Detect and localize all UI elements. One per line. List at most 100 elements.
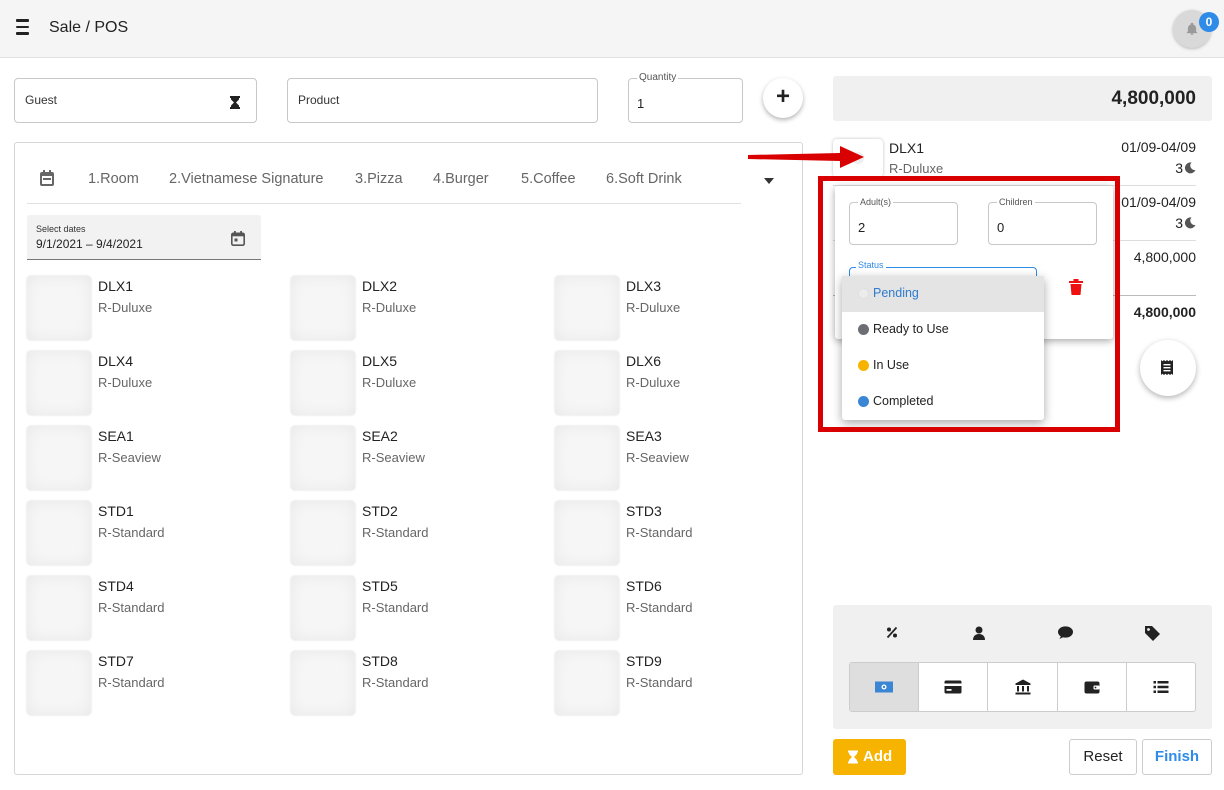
guest-placeholder: Guest xyxy=(25,93,58,107)
room-card-std8[interactable]: STD8 R-Standard xyxy=(291,651,531,717)
room-thumbnail xyxy=(291,426,355,490)
room-type: R-Duluxe xyxy=(98,375,153,390)
room-thumbnail xyxy=(555,276,619,340)
room-name: STD9 xyxy=(626,653,662,669)
calendar-icon[interactable] xyxy=(231,231,245,246)
room-name: SEA2 xyxy=(362,428,398,444)
quantity-input[interactable]: Quantity 1 xyxy=(628,72,743,123)
discount-icon[interactable] xyxy=(886,626,898,639)
room-card-std6[interactable]: STD6 R-Standard xyxy=(555,576,795,642)
room-card-sea2[interactable]: SEA2 R-Seaview xyxy=(291,426,531,492)
guest-input[interactable]: Guest xyxy=(14,78,257,123)
room-type: R-Duluxe xyxy=(362,375,417,390)
room-name: STD2 xyxy=(362,503,398,519)
notification-badge: 0 xyxy=(1199,12,1219,32)
cart-line2-dates: 01/09-04/09 xyxy=(1121,194,1196,210)
add-order-button[interactable]: Add xyxy=(833,739,906,775)
room-name: STD4 xyxy=(98,578,134,594)
room-type: R-Standard xyxy=(98,525,165,540)
room-card-sea1[interactable]: SEA1 R-Seaview xyxy=(27,426,267,492)
room-card-std3[interactable]: STD3 R-Standard xyxy=(555,501,795,567)
room-card-dlx3[interactable]: DLX3 R-Duluxe xyxy=(555,276,795,342)
room-card-std4[interactable]: STD4 R-Standard xyxy=(27,576,267,642)
room-thumbnail xyxy=(291,501,355,565)
pay-bank-button[interactable] xyxy=(988,663,1058,711)
reset-button[interactable]: Reset xyxy=(1069,739,1137,775)
room-thumbnail xyxy=(291,276,355,340)
room-name: DLX1 xyxy=(98,278,134,294)
tabs-more-chevron-icon[interactable] xyxy=(764,178,774,184)
room-type: R-Duluxe xyxy=(626,375,681,390)
room-card-std2[interactable]: STD2 R-Standard xyxy=(291,501,531,567)
room-card-std9[interactable]: STD9 R-Standard xyxy=(555,651,795,717)
room-type: R-Standard xyxy=(362,675,429,690)
calendar-tab-icon[interactable] xyxy=(40,170,54,186)
tab-pizza[interactable]: 3.Pizza xyxy=(355,171,403,187)
room-thumbnail xyxy=(555,651,619,715)
room-name: SEA3 xyxy=(626,428,662,444)
room-type: R-Duluxe xyxy=(98,300,153,315)
annotation-arrow-icon xyxy=(748,146,864,168)
tab-room[interactable]: 1.Room xyxy=(88,171,139,187)
finish-button[interactable]: Finish xyxy=(1142,739,1212,775)
date-range-picker[interactable]: Select dates 9/1/2021 – 9/4/2021 xyxy=(27,215,261,260)
room-name: DLX3 xyxy=(626,278,662,294)
room-card-std7[interactable]: STD7 R-Standard xyxy=(27,651,267,717)
receipt-button[interactable] xyxy=(1140,340,1196,396)
payment-methods xyxy=(849,662,1196,712)
list-icon xyxy=(1153,681,1169,693)
cart-item-nights: 3 xyxy=(1175,160,1196,176)
room-card-dlx1[interactable]: DLX1 R-Duluxe xyxy=(27,276,267,342)
room-card-std1[interactable]: STD1 R-Standard xyxy=(27,501,267,567)
room-name: DLX2 xyxy=(362,278,398,294)
menu-icon[interactable] xyxy=(14,19,34,37)
hourglass-icon xyxy=(848,750,858,764)
bell-icon xyxy=(1186,22,1198,35)
room-card-std5[interactable]: STD5 R-Standard xyxy=(291,576,531,642)
room-name: DLX5 xyxy=(362,353,398,369)
room-type: R-Standard xyxy=(626,600,693,615)
tag-icon[interactable] xyxy=(1145,626,1160,641)
top-bar: Sale / POS 0 xyxy=(0,0,1224,58)
room-card-sea3[interactable]: SEA3 R-Seaview xyxy=(555,426,795,492)
cart-item-name[interactable]: DLX1 xyxy=(889,140,924,156)
wallet-icon xyxy=(1084,681,1100,694)
room-name: STD5 xyxy=(362,578,398,594)
add-item-button[interactable]: + xyxy=(763,78,803,118)
pay-other-button[interactable] xyxy=(1127,663,1195,711)
tab-coffee[interactable]: 5.Coffee xyxy=(521,171,576,187)
order-total-box: 4,800,000 xyxy=(833,76,1212,121)
credit-card-icon xyxy=(944,680,962,694)
room-thumbnail xyxy=(27,501,91,565)
receipt-icon xyxy=(1161,360,1173,375)
room-thumbnail xyxy=(555,426,619,490)
room-card-dlx2[interactable]: DLX2 R-Duluxe xyxy=(291,276,531,342)
room-thumbnail xyxy=(27,426,91,490)
cart-subtotal: 4,800,000 xyxy=(1133,249,1196,265)
room-card-dlx4[interactable]: DLX4 R-Duluxe xyxy=(27,351,267,417)
hourglass-icon[interactable] xyxy=(230,96,240,109)
customer-icon[interactable] xyxy=(973,626,985,640)
room-thumbnail xyxy=(291,576,355,640)
tab-burger[interactable]: 4.Burger xyxy=(433,171,489,187)
annotation-highlight-box xyxy=(818,176,1120,432)
room-type: R-Seaview xyxy=(362,450,425,465)
comment-icon[interactable] xyxy=(1058,626,1073,640)
room-name: SEA1 xyxy=(98,428,134,444)
add-order-label: Add xyxy=(863,748,893,765)
product-placeholder: Product xyxy=(298,93,340,107)
pay-wallet-button[interactable] xyxy=(1058,663,1127,711)
room-card-dlx6[interactable]: DLX6 R-Duluxe xyxy=(555,351,795,417)
room-thumbnail xyxy=(555,501,619,565)
tab-soft-drink[interactable]: 6.Soft Drink xyxy=(606,171,682,187)
cart-line2-nights: 3 xyxy=(1175,215,1196,231)
cart-item-nights-value: 3 xyxy=(1175,160,1183,176)
pay-card-button[interactable] xyxy=(919,663,989,711)
room-thumbnail xyxy=(555,351,619,415)
cart-item-type: R-Duluxe xyxy=(889,161,944,176)
tab-vietnamese-signature[interactable]: 2.Vietnamese Signature xyxy=(169,171,324,187)
room-card-dlx5[interactable]: DLX5 R-Duluxe xyxy=(291,351,531,417)
cash-icon xyxy=(875,681,894,693)
product-input[interactable]: Product xyxy=(287,78,598,123)
pay-cash-button[interactable] xyxy=(850,663,920,711)
